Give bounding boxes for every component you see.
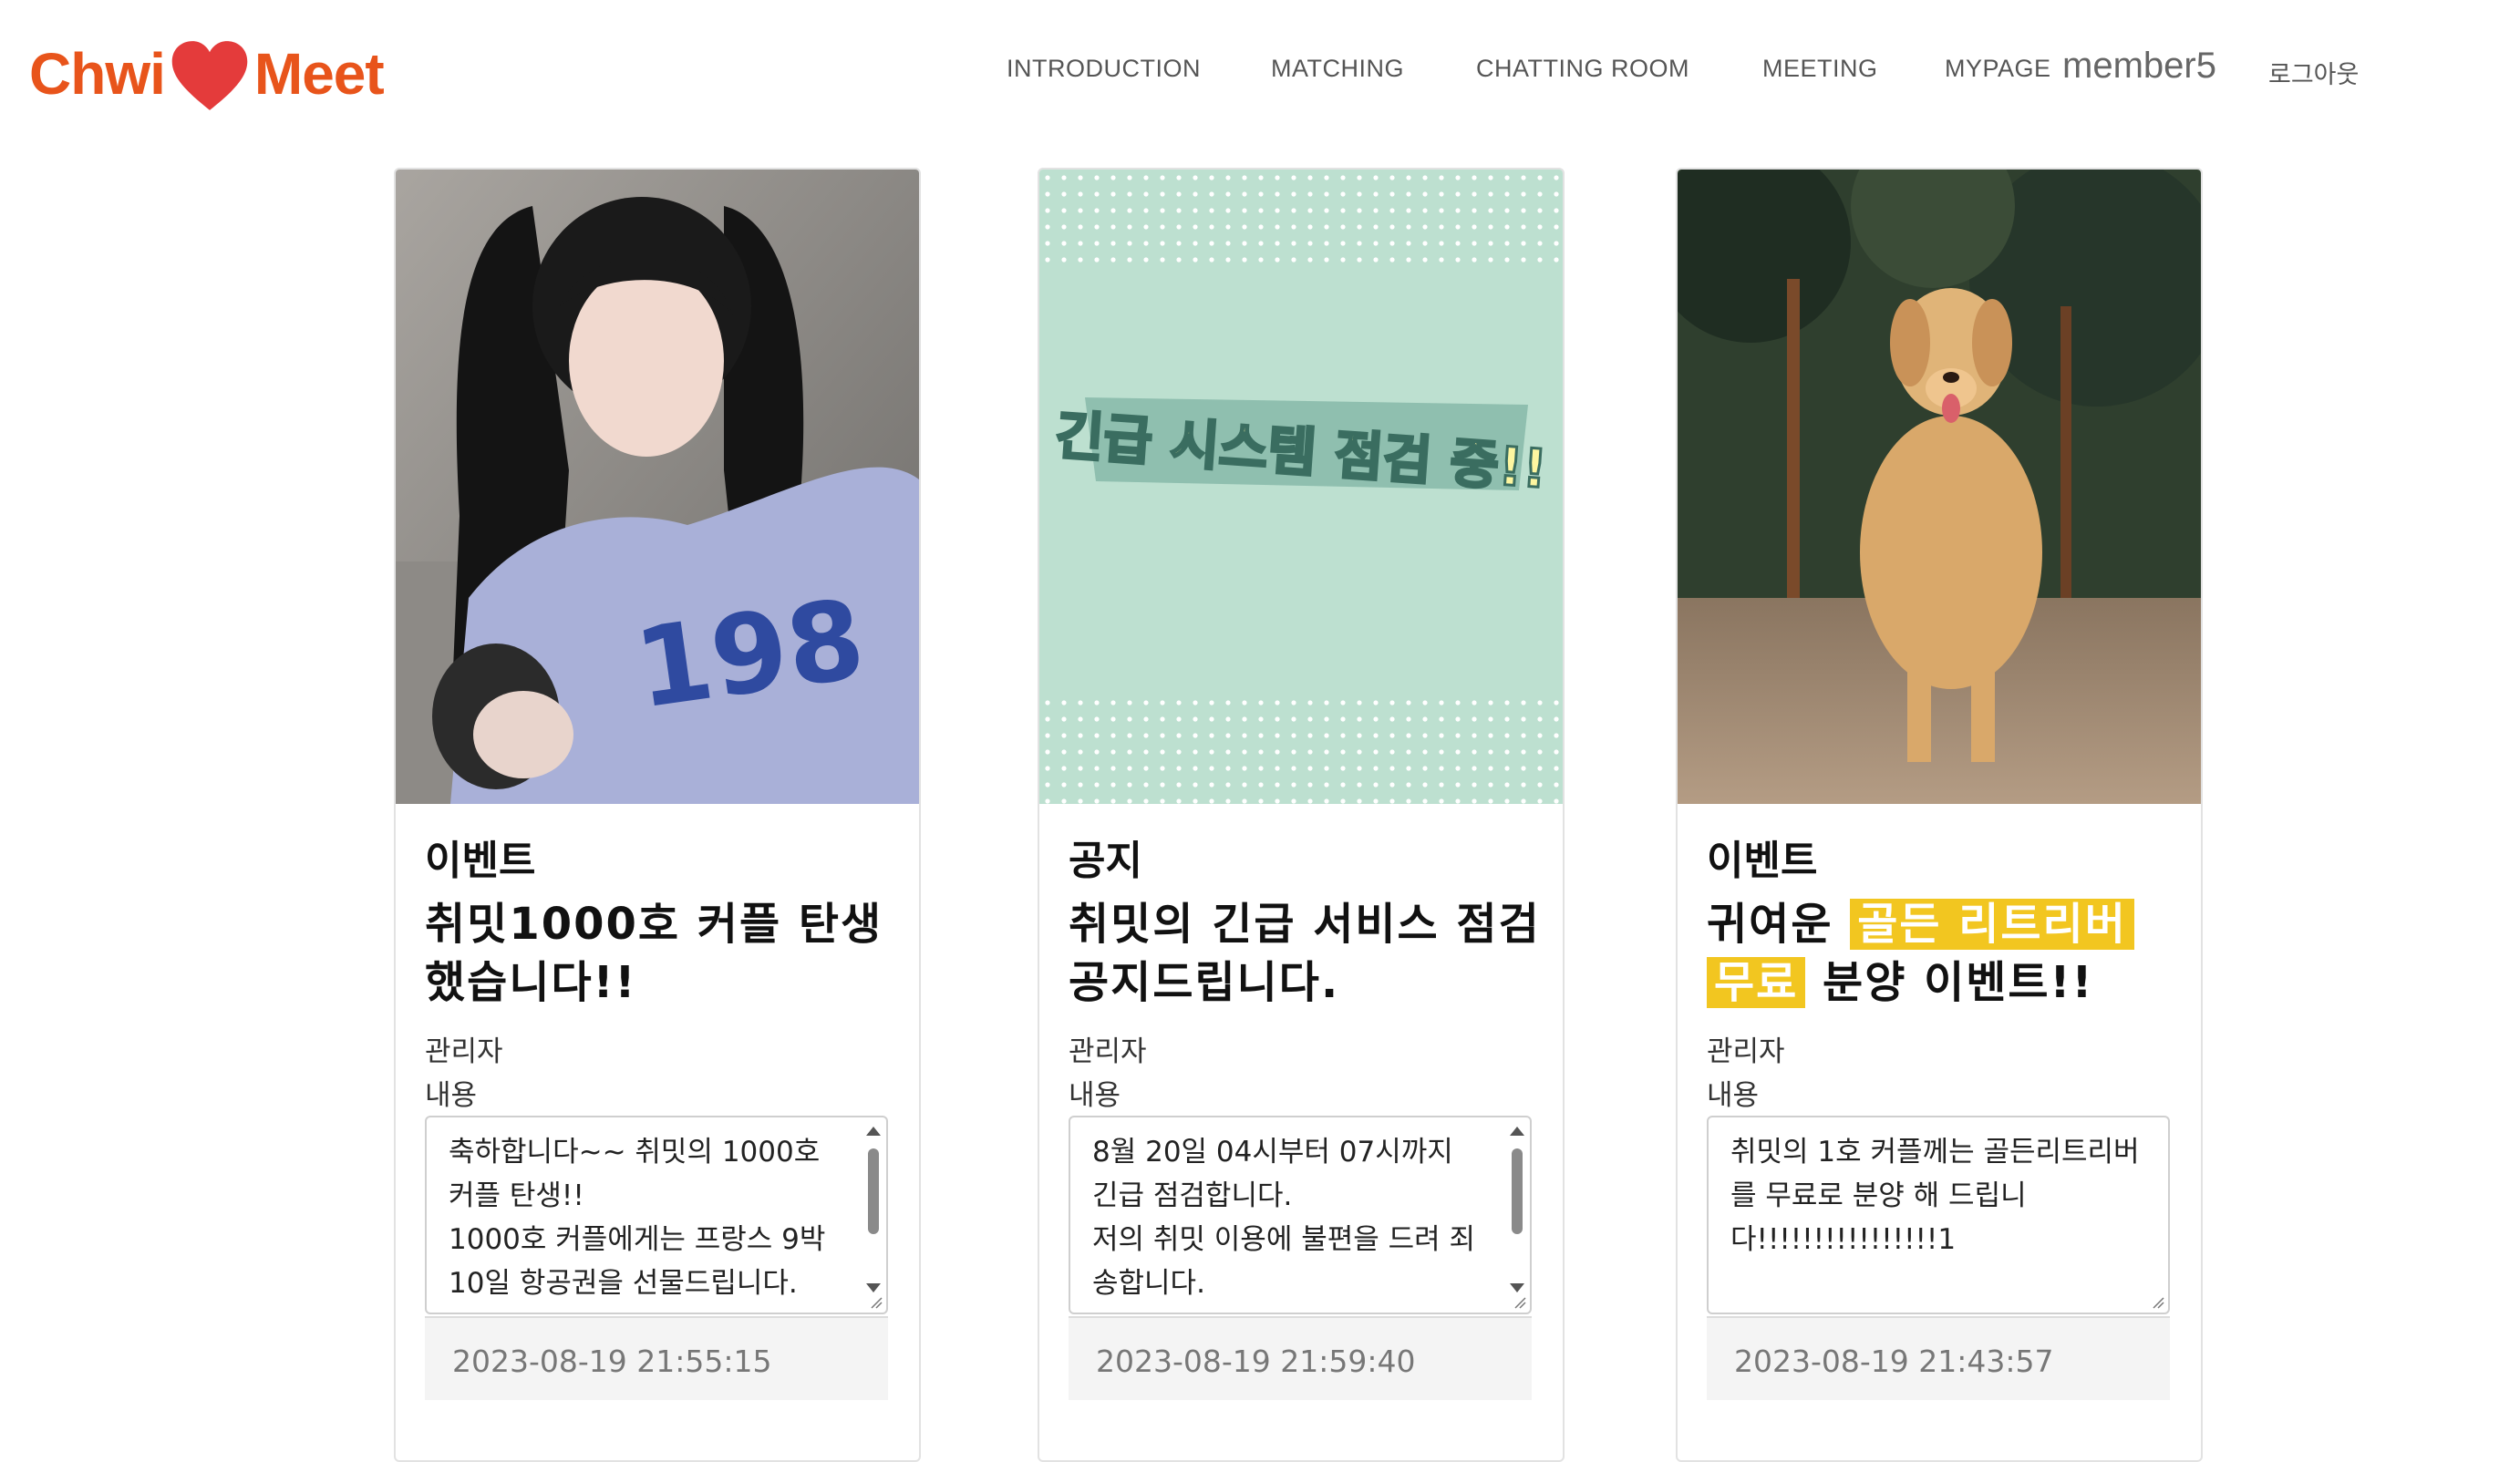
brand-name-right: Meet (253, 41, 385, 107)
post-category: 공지 (1069, 838, 1142, 884)
content-label: 내용 (1707, 1079, 1760, 1112)
scroll-down-icon[interactable] (1510, 1283, 1524, 1292)
post-footer: 2023-08-19 21:43:57 (1707, 1316, 2170, 1400)
post-title[interactable]: 취밋1000호 커플 탄생했습니다!! (425, 895, 899, 1012)
title-highlight: 무료 (1707, 957, 1806, 1008)
post-content-box[interactable]: 8월 20일 04시부터 07시까지 긴급 점검합니다. 저의 취밋 이용에 불… (1069, 1116, 1532, 1314)
title-text: 분양 이벤트!! (1823, 957, 2094, 1008)
nav-introduction[interactable]: INTRODUCTION (1007, 55, 1201, 83)
nav-chatting-room[interactable]: CHATTING ROOM (1476, 55, 1689, 83)
title-highlight: 골든 리트리버 (1850, 899, 2134, 950)
nav-matching[interactable]: MATCHING (1271, 55, 1404, 83)
brand-name-left: Chwi (29, 41, 166, 107)
resize-handle-icon[interactable] (1513, 1296, 1526, 1309)
post-author: 관리자 (1069, 1035, 1147, 1068)
content-scrollbar[interactable] (1506, 1119, 1528, 1294)
post-image-woman: 198 (396, 170, 919, 804)
content-scrollbar[interactable] (862, 1119, 884, 1294)
scroll-up-icon[interactable] (1510, 1127, 1524, 1136)
content-label: 내용 (425, 1079, 478, 1112)
post-date: 2023-08-19 21:43:57 (1734, 1344, 2054, 1379)
post-author: 관리자 (1707, 1035, 1785, 1068)
heart-icon (171, 41, 248, 110)
brand-logo[interactable]: Chwi Meet (29, 33, 385, 115)
resize-handle-icon[interactable] (2152, 1296, 2164, 1309)
post-content-box[interactable]: 취밋의 1호 커플께는 골든리트리버를 무료로 분양 해 드립니다!!!!!!!… (1707, 1116, 2170, 1314)
post-content: 8월 20일 04시부터 07시까지 긴급 점검합니다. 저의 취밋 이용에 불… (1092, 1136, 1476, 1300)
post-author: 관리자 (425, 1035, 503, 1068)
post-date: 2023-08-19 21:55:15 (452, 1344, 772, 1379)
post-footer: 2023-08-19 21:59:40 (1069, 1316, 1532, 1400)
post-content-box[interactable]: 축하합니다~~ 취밋의 1000호 커플 탄생!! 1000호 커플에게는 프랑… (425, 1116, 888, 1314)
post-image-maintenance: 긴급 시스템 점검 중!! (1039, 170, 1563, 804)
resize-handle-icon[interactable] (870, 1296, 883, 1309)
logout-link[interactable]: 로그아웃 (2268, 55, 2359, 90)
post-title[interactable]: 취밋의 긴급 서비스 점검 공지드립니다. (1069, 895, 1543, 1012)
content-label: 내용 (1069, 1079, 1121, 1112)
scroll-down-icon[interactable] (866, 1283, 881, 1292)
nav-meeting[interactable]: MEETING (1762, 55, 1878, 83)
post-content: 축하합니다~~ 취밋의 1000호 커플 탄생!! 1000호 커플에게는 프랑… (449, 1136, 826, 1300)
post-date: 2023-08-19 21:59:40 (1096, 1344, 1416, 1379)
username: member5 (2062, 46, 2216, 86)
nav-mypage[interactable]: MYPAGE (1945, 55, 2051, 83)
post-card[interactable]: 이벤트 귀여운 골든 리트리버 무료 분양 이벤트!! 관리자 내용 취밋의 1… (1676, 168, 2203, 1462)
scroll-thumb[interactable] (868, 1148, 879, 1234)
post-image-dog (1678, 170, 2201, 804)
post-content: 취밋의 1호 커플께는 골든리트리버를 무료로 분양 해 드립니다!!!!!!!… (1730, 1136, 2140, 1256)
title-text: 귀여운 (1707, 899, 1833, 950)
post-card[interactable]: 긴급 시스템 점검 중!! 공지 취밋의 긴급 서비스 점검 공지드립니다. 관… (1038, 168, 1565, 1462)
post-footer: 2023-08-19 21:55:15 (425, 1316, 888, 1400)
post-category: 이벤트 (1707, 838, 1818, 884)
scroll-thumb[interactable] (1512, 1148, 1523, 1234)
scroll-up-icon[interactable] (866, 1127, 881, 1136)
post-category: 이벤트 (425, 838, 536, 884)
post-card[interactable]: 198 이벤트 취밋1000호 커플 탄생했습니다!! 관리자 내용 축하합니다… (394, 168, 921, 1462)
post-title[interactable]: 귀여운 골든 리트리버 무료 분양 이벤트!! (1707, 895, 2181, 1012)
